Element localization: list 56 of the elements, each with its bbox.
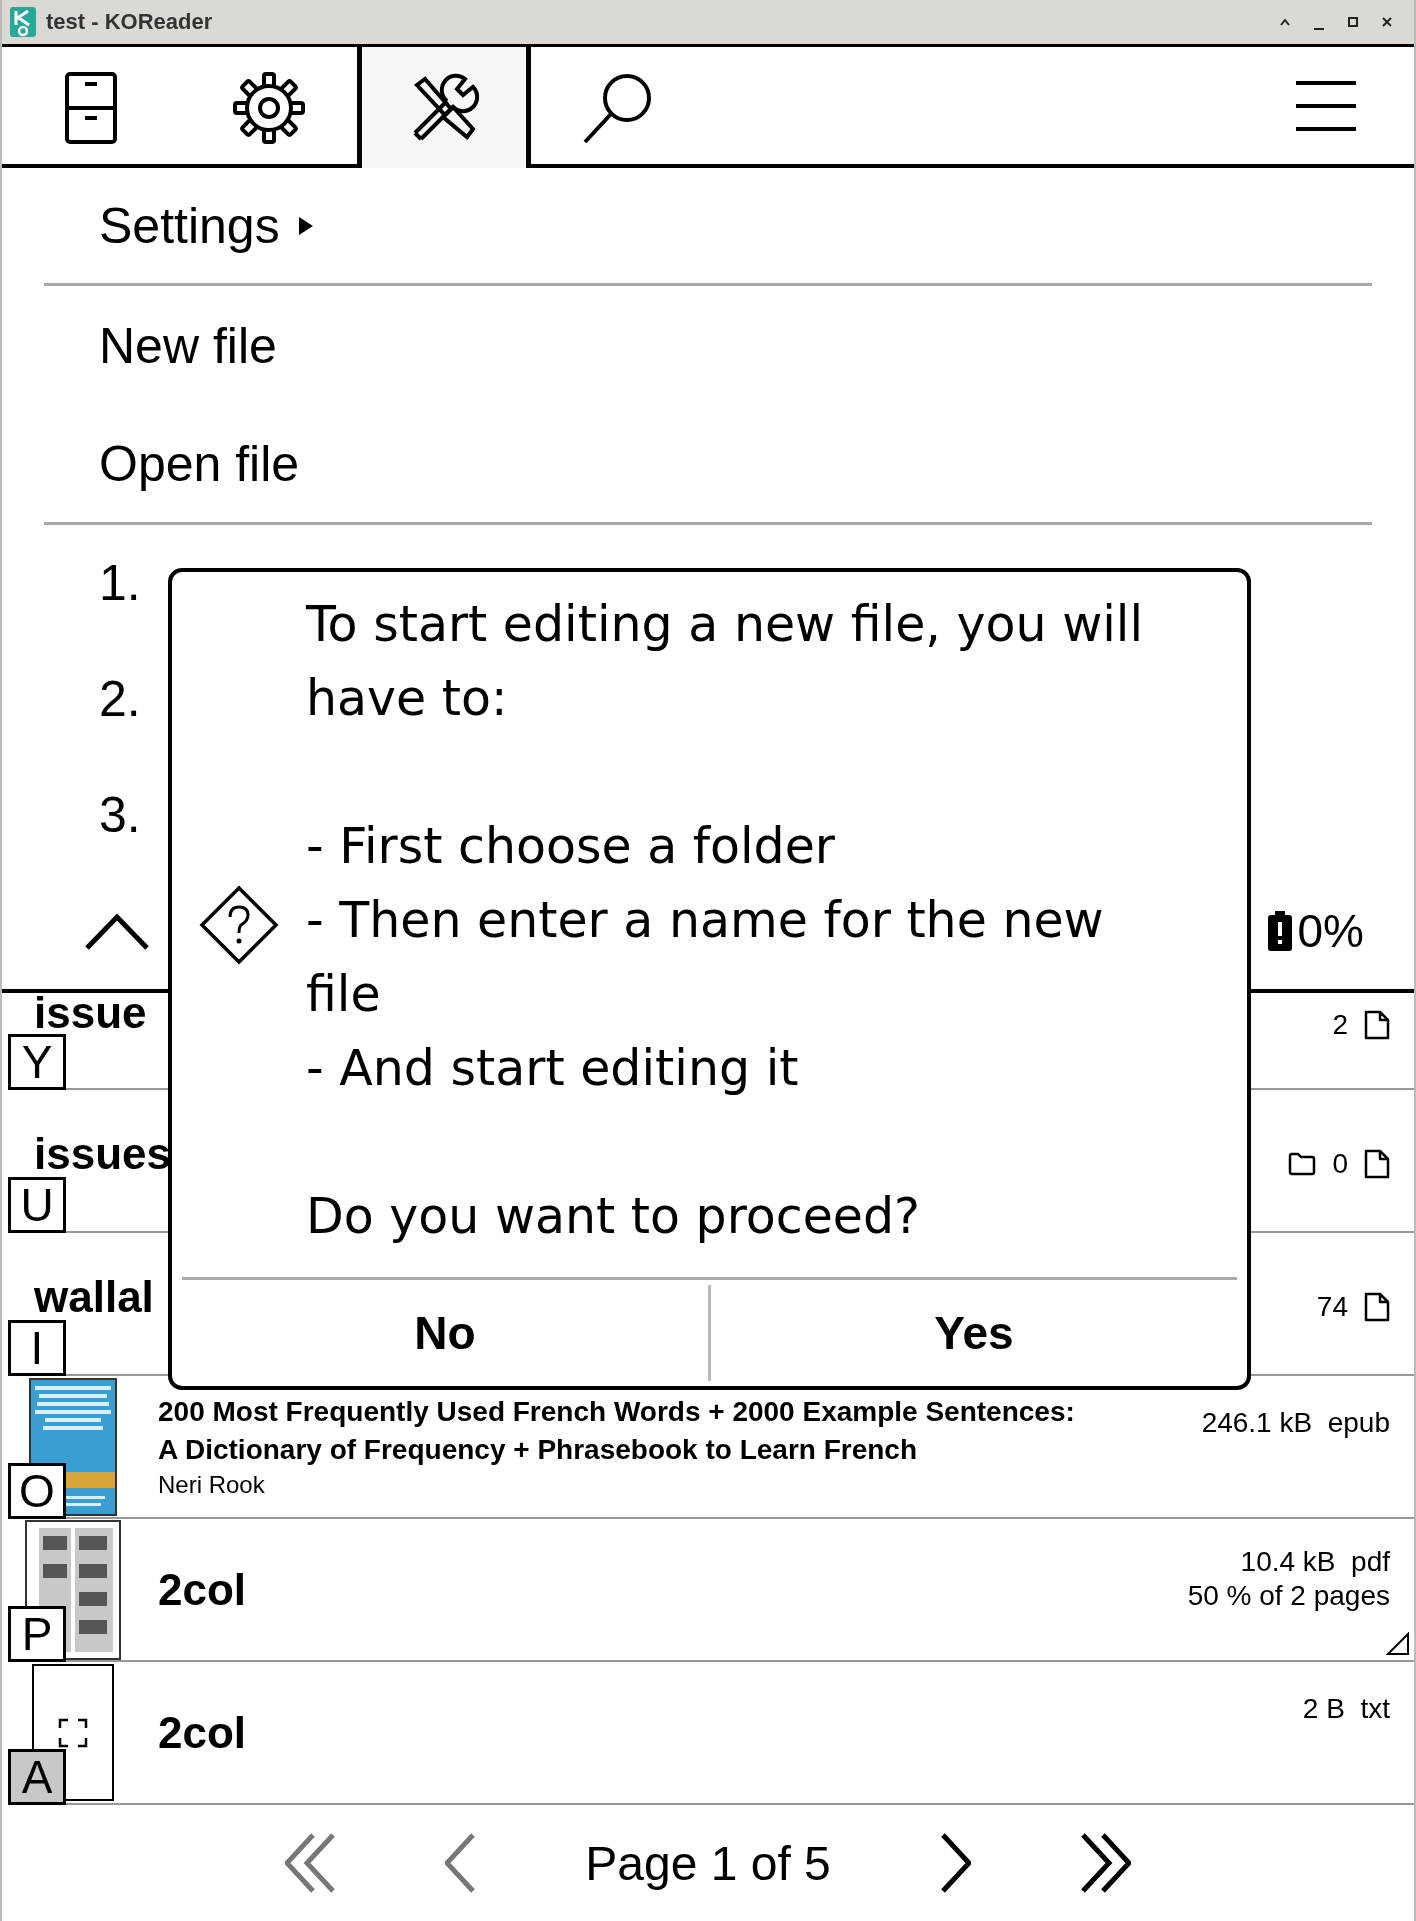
file-info: 246.1 kB epub <box>1201 1410 1390 1436</box>
menu-item[interactable]: Open file <box>99 406 300 522</box>
question-icon <box>199 884 279 965</box>
file-info: 2 B txt <box>1302 1696 1390 1722</box>
shortcut-key: U <box>8 1177 66 1233</box>
shortcut-key: A <box>8 1749 66 1805</box>
menu-item[interactable]: 2. <box>99 641 141 757</box>
menu-icon <box>1294 79 1358 132</box>
settings-icon <box>232 71 305 144</box>
chevron-up-icon <box>84 911 150 951</box>
chevron-icon <box>940 1833 971 1893</box>
book-title[interactable]: A Dictionary of Frequency + Phrasebook to Learn French <box>158 1430 1202 1469</box>
chevron-icon <box>1080 1833 1131 1893</box>
caret-up-icon <box>1279 18 1291 26</box>
item-count: 0 <box>1332 1148 1348 1180</box>
menu-item[interactable]: 3. <box>99 757 141 873</box>
folder-name[interactable]: issues <box>34 1134 171 1174</box>
shortcut-key: O <box>8 1463 66 1519</box>
book-title[interactable]: 200 Most Frequently Used French Words + 2000 Example Sentences: <box>158 1392 1202 1431</box>
shortcut-key: I <box>8 1320 66 1376</box>
no-button[interactable]: No <box>182 1280 708 1386</box>
menu-item[interactable]: New file <box>99 286 277 406</box>
folder-name[interactable]: wallal <box>34 1277 154 1317</box>
book-title[interactable]: 2col <box>158 1705 1303 1760</box>
dialog-message: To start editing a new file, you will have to: - First choose a folder - Then enter a name for the new file - And start editing it Do you want to proceed? <box>306 595 1145 1247</box>
yes-button[interactable]: Yes <box>711 1280 1237 1386</box>
menu-item[interactable]: 1. <box>99 525 141 641</box>
item-count: 2 <box>1332 1009 1348 1041</box>
chevron-icon <box>285 1833 336 1893</box>
caret-icon <box>297 215 314 236</box>
settings-menu-item[interactable]: Settings <box>99 168 314 283</box>
app-logo-icon <box>10 7 36 37</box>
shortcut-key: Y <box>8 1034 66 1090</box>
page-indicator: Page 1 of 5 <box>585 1835 831 1891</box>
frame-corners-icon <box>58 1717 88 1748</box>
file-icon <box>1364 1292 1390 1322</box>
file-info: 10.4 kB pdf <box>1240 1549 1390 1575</box>
folder-name[interactable]: issue <box>34 993 147 1033</box>
book-author: Neri Rook <box>158 1469 266 1500</box>
shortcut-key: P <box>8 1606 66 1662</box>
maximize-icon <box>1347 16 1359 28</box>
file-info: 50 % of 2 pages <box>1187 1583 1390 1609</box>
minimize-icon <box>1313 27 1325 31</box>
folder-icon <box>1288 1152 1317 1176</box>
dog-ear-icon <box>1386 1632 1410 1656</box>
battery-alert-icon <box>1267 911 1292 951</box>
chevron-icon <box>445 1833 476 1893</box>
book-title[interactable]: 2col <box>158 1562 1188 1617</box>
window-title: test - KOReader <box>46 9 214 35</box>
file-icon <box>1364 1149 1390 1179</box>
item-count: 74 <box>1316 1291 1348 1323</box>
tab[interactable] <box>357 47 531 168</box>
file-icon <box>1364 1010 1390 1040</box>
battery-level: 0% <box>1297 904 1364 958</box>
file-cabinet-icon <box>65 71 117 144</box>
close-icon <box>1381 16 1393 28</box>
